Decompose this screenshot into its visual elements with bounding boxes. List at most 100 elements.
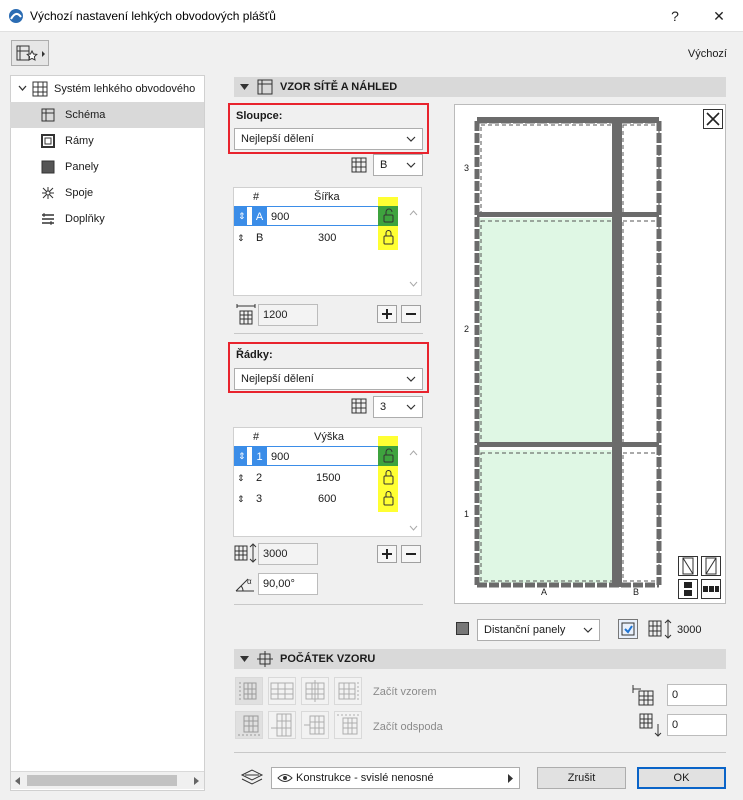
columns-mode-dropdown[interactable]: Nejlepší dělení [234,128,423,150]
refresh-preview-button[interactable] [618,619,638,639]
origin-center-button[interactable] [301,677,329,705]
ok-button[interactable]: OK [637,767,726,789]
row-id: A [252,207,267,225]
vertical-split-icon [684,582,692,596]
tree-item-panels[interactable]: Panely [10,154,204,180]
chevron-down-icon[interactable] [240,84,249,91]
tree-item-schema[interactable]: Schéma [10,102,204,128]
accessories-icon [42,213,54,225]
tree-scrollbar[interactable] [11,771,204,789]
origin-bottom-button[interactable] [235,711,263,739]
scroll-thumb[interactable] [27,775,177,786]
close-button[interactable]: ✕ [708,6,730,26]
horizontal-split-button[interactable] [701,579,721,599]
add-row-button[interactable] [377,545,397,563]
row-value[interactable]: 300 [318,228,336,248]
add-column-button[interactable] [377,305,397,323]
panel-mode-dropdown[interactable]: Distanční panely [477,619,600,641]
angle-field[interactable]: 90,00° [258,573,318,595]
row-value[interactable]: 900 [271,447,289,467]
chevron-down-icon [583,627,593,633]
offset-y-icon [639,713,662,737]
chevron-down-icon[interactable] [18,85,27,93]
minus-icon [406,553,416,555]
lock-icon[interactable] [378,226,398,250]
column-label: B [633,587,640,597]
layer-dropdown[interactable]: Konstrukce - svislé nenosné [271,767,520,789]
columns-total-field: 1200 [258,304,318,326]
favorites-label: Výchozí [687,48,727,60]
rows-total-field: 3000 [258,543,318,565]
updown-icon: ⇕ [237,473,245,483]
origin-top-button[interactable] [334,711,362,739]
remove-row-button[interactable] [401,545,421,563]
header-height: Výška [314,431,344,443]
origin-right-button[interactable] [334,677,362,705]
diagonal-left-button[interactable] [678,556,698,576]
rows-count-dropdown[interactable]: 3 [373,396,423,418]
origin-icon [257,651,273,667]
layer-value: Konstrukce - svislé nenosné [296,772,434,784]
scroll-up-icon[interactable] [409,210,418,216]
total-height-icon [234,543,257,563]
table-row[interactable]: ⇕ 2 1500 [234,468,386,488]
unlock-icon[interactable] [378,446,398,466]
help-button[interactable]: ? [664,6,686,26]
angle-icon: α [235,577,254,592]
total-width-icon [236,304,256,325]
plus-icon [382,549,392,559]
rows-mode-dropdown[interactable]: Nejlepší dělení [234,368,423,390]
schema-icon [41,108,55,122]
section-grid-title: VZOR SÍTĚ A NÁHLED [280,81,398,93]
preview-pane: 3 2 1 A B [454,104,726,604]
remove-column-button[interactable] [401,305,421,323]
chevron-down-icon [406,404,416,410]
updown-icon: ⇕ [238,211,246,221]
section-origin-header[interactable]: POČÁTEK VZORU [234,649,726,669]
origin-left-button[interactable] [235,677,263,705]
origin-middle-icon [304,715,325,735]
lock-highlight [378,197,398,206]
vertical-split-button[interactable] [678,579,698,599]
favorites-button[interactable] [11,40,49,66]
lock-icon[interactable] [378,468,398,488]
frames-icon [41,134,55,148]
table-row[interactable]: ⇕ 1 900 [234,446,386,466]
origin-middle-button[interactable] [301,711,329,739]
chevron-down-icon[interactable] [240,656,249,663]
table-row[interactable]: ⇕ A 900 [234,206,386,226]
scroll-down-icon[interactable] [409,281,418,287]
preview-close-button[interactable] [703,109,723,129]
scroll-up-icon[interactable] [409,450,418,456]
cancel-button[interactable]: Zrušit [537,767,626,789]
offset-y-field[interactable]: 0 [667,714,727,736]
origin-left-icon [239,682,257,700]
row-value[interactable]: 1500 [316,468,340,488]
table-row[interactable]: ⇕ 3 600 [234,489,386,509]
origin-middle-low-button[interactable] [268,711,296,739]
offset-x-field[interactable]: 0 [667,684,727,706]
unlock-icon[interactable] [378,206,398,226]
row-id: B [256,232,264,244]
origin-center-left-button[interactable] [268,677,296,705]
chevron-down-icon [406,376,416,382]
tree-item-frames[interactable]: Rámy [10,128,204,154]
tree-item-accessories[interactable]: Doplňky [10,206,204,232]
rows-mode-value: Nejlepší dělení [241,373,314,385]
row-value[interactable]: 600 [318,489,336,509]
table-row[interactable]: ⇕ B 300 [234,228,386,248]
window-title: Výchozí nastavení lehkých obvodových plá… [30,9,276,23]
panel-icon [456,622,469,635]
row-value[interactable]: 900 [271,207,289,227]
tree-root[interactable]: Systém lehkého obvodového [10,76,204,102]
scroll-right-icon[interactable] [194,777,200,785]
lock-icon[interactable] [378,489,398,509]
scroll-left-icon[interactable] [15,777,21,785]
row-id: 1 [252,447,267,465]
section-grid-header[interactable]: VZOR SÍTĚ A NÁHLED [234,77,726,97]
diagonal-right-button[interactable] [701,556,721,576]
columns-table: # Šířka ⇕ A 900 ⇕ B 300 [233,187,422,296]
scroll-down-icon[interactable] [409,525,418,531]
tree-item-joints[interactable]: Spoje [10,180,204,206]
columns-count-dropdown[interactable]: B [373,154,423,176]
